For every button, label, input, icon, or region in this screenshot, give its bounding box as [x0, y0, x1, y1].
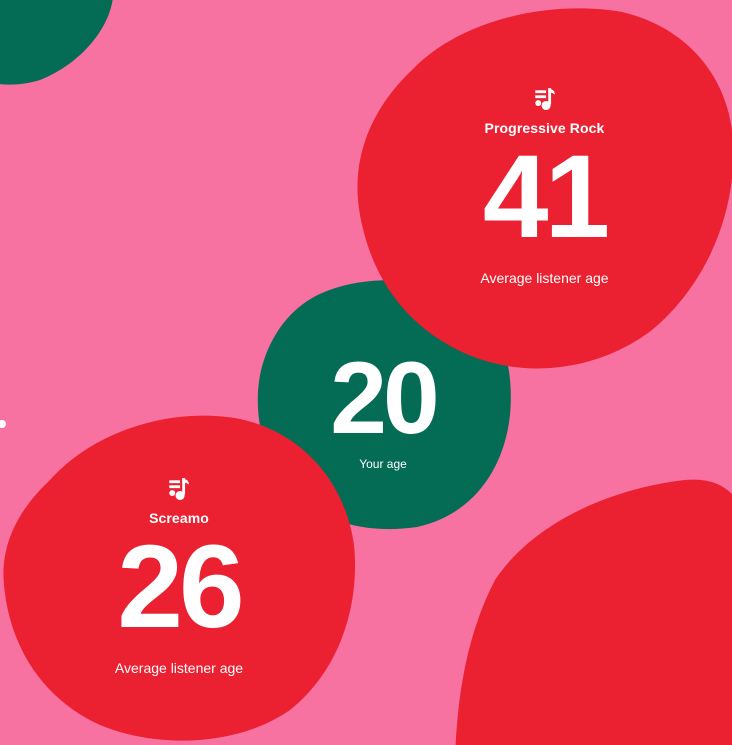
screamo-card: Screamo 26 Average listener age	[0, 400, 358, 745]
average-age-caption: Average listener age	[114, 660, 244, 676]
music-note-icon	[166, 476, 192, 502]
your-age-caption: Your age	[359, 457, 407, 471]
average-age-caption: Average listener age	[480, 270, 609, 286]
average-age-value: 41	[482, 131, 610, 263]
age-comparison-stage: 20 Your age Progressive Rock 41 Average …	[0, 0, 732, 745]
average-age-value: 26	[117, 521, 244, 653]
music-note-icon	[532, 86, 558, 112]
decorative-green-blob	[0, 0, 120, 90]
progressive-rock-card: Progressive Rock 41 Average listener age	[352, 0, 732, 375]
